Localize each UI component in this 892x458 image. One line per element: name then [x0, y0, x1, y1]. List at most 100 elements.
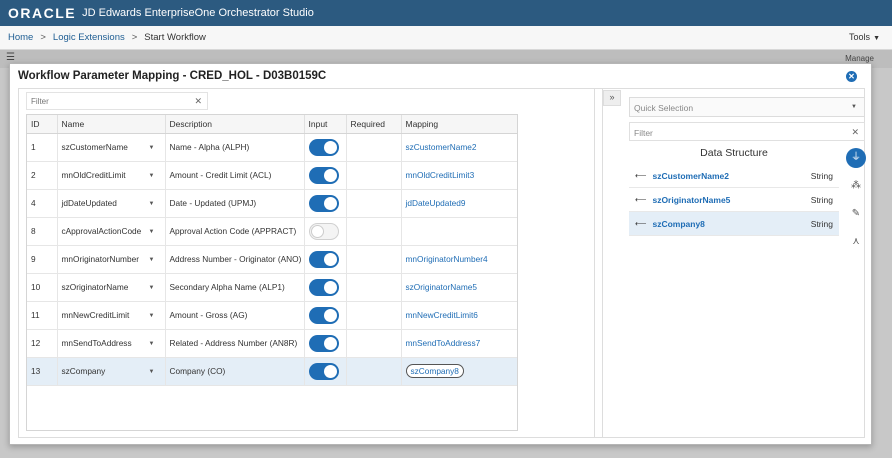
cell-mapping[interactable]: szCustomerName2 — [401, 133, 517, 162]
cell-name[interactable]: mnNewCreditLimit ▼ — [57, 301, 166, 330]
input-toggle[interactable] — [308, 334, 339, 352]
cell-mapping[interactable]: mnSendToAddress7 — [401, 329, 517, 358]
mapping-value[interactable]: mnOriginatorNumber4 — [406, 254, 488, 264]
cell-name[interactable]: mnOldCreditLimit ▼ — [57, 161, 166, 190]
cell-description: Date - Updated (UPMJ) — [165, 189, 305, 218]
cell-name[interactable]: jdDateUpdated ▼ — [57, 189, 166, 218]
cell-name[interactable]: mnOriginatorNumber ▼ — [57, 245, 166, 274]
edit-icon[interactable]: ✎ — [846, 204, 866, 224]
cell-required[interactable] — [346, 273, 402, 302]
input-toggle[interactable] — [308, 362, 339, 380]
tools-menu[interactable]: Tools ▼ — [849, 32, 880, 42]
column-header-mapping[interactable]: Mapping — [401, 115, 517, 134]
table-row[interactable]: 11 mnNewCreditLimit ▼ Amount - Gross (AG) mn… — [27, 301, 517, 330]
toggle-knob — [323, 168, 337, 182]
column-header-description[interactable]: Description — [165, 115, 305, 134]
cell-name[interactable]: cApprovalActionCode ▼ — [57, 217, 166, 246]
table-row[interactable]: 13 szCompany ▼ Company (CO) szCompany8 — [27, 357, 517, 386]
cell-mapping[interactable] — [401, 217, 517, 246]
input-toggle[interactable] — [308, 306, 339, 324]
table-row[interactable]: 10 szOriginatorName ▼ Secondary Alpha Name … — [27, 273, 517, 302]
mapping-value[interactable]: mnSendToAddress7 — [406, 338, 481, 348]
mapping-value[interactable]: szOriginatorName5 — [406, 282, 477, 292]
cell-required[interactable] — [346, 245, 402, 274]
data-structure-item[interactable]: ⟵ szCustomerName2 String — [629, 164, 839, 188]
mapping-value[interactable]: mnOldCreditLimit3 — [406, 170, 475, 180]
name-value: szOriginatorName — [61, 282, 129, 292]
table-row[interactable]: 8 cApprovalActionCode ▼ Approval Action Cod… — [27, 217, 517, 246]
chevron-down-icon[interactable]: ▼ — [149, 229, 155, 235]
input-toggle[interactable] — [308, 194, 339, 212]
breadcrumb-logic-extensions[interactable]: Logic Extensions — [53, 32, 125, 43]
table-row[interactable]: 1 szCustomerName ▼ Name - Alpha (ALPH) szCus… — [27, 133, 517, 162]
mapping-value[interactable]: szCustomerName2 — [406, 142, 477, 152]
mapping-value[interactable]: szCompany8 — [405, 364, 464, 378]
toggle-knob — [323, 308, 337, 322]
input-toggle[interactable] — [308, 278, 339, 296]
column-header-id[interactable]: ID — [27, 115, 58, 134]
table-header-row: ID Name Description Input Required Mappi… — [27, 115, 517, 134]
cell-description: Related - Address Number (AN8R) — [165, 329, 305, 358]
cell-required[interactable] — [346, 329, 402, 358]
breadcrumb-home[interactable]: Home — [8, 32, 33, 43]
chevron-down-icon[interactable]: ▼ — [149, 369, 155, 375]
input-toggle[interactable] — [308, 166, 339, 184]
cell-mapping[interactable]: mnNewCreditLimit6 — [401, 301, 517, 330]
collapse-pane-button[interactable]: » — [603, 90, 621, 106]
chevron-down-icon[interactable]: ▼ — [149, 201, 155, 207]
toggle-knob — [323, 364, 337, 378]
close-icon[interactable]: ✕ — [846, 71, 857, 82]
table-row[interactable]: 4 jdDateUpdated ▼ Date - Updated (UPMJ) jdDa… — [27, 189, 517, 218]
mapping-value[interactable]: mnNewCreditLimit6 — [406, 310, 478, 320]
quick-selection-select[interactable]: Quick Selection ▼ — [629, 97, 865, 117]
cell-required[interactable] — [346, 161, 402, 190]
name-value: jdDateUpdated — [61, 198, 117, 208]
cell-required[interactable] — [346, 189, 402, 218]
cell-mapping[interactable]: mnOriginatorNumber4 — [401, 245, 517, 274]
input-toggle[interactable] — [308, 222, 339, 240]
name-value: mnOriginatorNumber — [61, 254, 139, 264]
clear-filter-icon[interactable]: ✕ — [851, 127, 859, 138]
table-row[interactable]: 12 mnSendToAddress ▼ Related - Address Numb… — [27, 329, 517, 358]
cell-required[interactable] — [346, 301, 402, 330]
cell-name[interactable]: szCompany ▼ — [57, 357, 166, 386]
table-row[interactable]: 2 mnOldCreditLimit ▼ Amount - Credit Limit … — [27, 161, 517, 190]
cell-description: Amount - Credit Limit (ACL) — [165, 161, 305, 190]
column-header-name[interactable]: Name — [57, 115, 166, 134]
column-header-required[interactable]: Required — [346, 115, 402, 134]
filter-input[interactable] — [27, 93, 187, 109]
mapping-value[interactable]: jdDateUpdated9 — [406, 198, 466, 208]
cell-mapping[interactable]: szCompany8 — [401, 357, 517, 386]
cell-name[interactable]: szCustomerName ▼ — [57, 133, 166, 162]
parameters-table: ID Name Description Input Required Mappi… — [26, 114, 518, 431]
chevron-down-icon[interactable]: ▼ — [149, 285, 155, 291]
dialog-title: Workflow Parameter Mapping - CRED_HOL - … — [18, 70, 327, 82]
cell-mapping[interactable]: jdDateUpdated9 — [401, 189, 517, 218]
arrow-left-icon: ⟵ — [635, 219, 647, 228]
input-toggle[interactable] — [308, 138, 339, 156]
chevron-down-icon[interactable]: ▼ — [149, 173, 155, 179]
clear-filter-icon[interactable]: ✕ — [194, 96, 202, 107]
cell-mapping[interactable]: szOriginatorName5 — [401, 273, 517, 302]
network-icon[interactable]: ⁂ — [846, 176, 866, 196]
split-icon[interactable]: ⋏ — [846, 232, 866, 252]
column-header-input[interactable]: Input — [304, 115, 347, 134]
cell-description: Name - Alpha (ALPH) — [165, 133, 305, 162]
cell-name[interactable]: szOriginatorName ▼ — [57, 273, 166, 302]
cell-mapping[interactable]: mnOldCreditLimit3 — [401, 161, 517, 190]
data-structure-item[interactable]: ⟵ szCompany8 String — [629, 212, 839, 236]
plug-icon[interactable]: ⏚ — [846, 148, 866, 168]
data-structure-filter-input[interactable]: Filter ✕ — [629, 122, 865, 141]
cell-required[interactable] — [346, 357, 402, 386]
cell-required[interactable] — [346, 217, 402, 246]
chevron-down-icon[interactable]: ▼ — [149, 145, 155, 151]
data-structure-item[interactable]: ⟵ szOriginatorName5 String — [629, 188, 839, 212]
table-row[interactable]: 9 mnOriginatorNumber ▼ Address Number - Ori… — [27, 245, 517, 274]
input-toggle[interactable] — [308, 250, 339, 268]
chevron-down-icon[interactable]: ▼ — [149, 341, 155, 347]
cell-name[interactable]: mnSendToAddress ▼ — [57, 329, 166, 358]
cell-required[interactable] — [346, 133, 402, 162]
cell-id: 1 — [27, 133, 58, 162]
chevron-down-icon[interactable]: ▼ — [149, 313, 155, 319]
chevron-down-icon[interactable]: ▼ — [149, 257, 155, 263]
